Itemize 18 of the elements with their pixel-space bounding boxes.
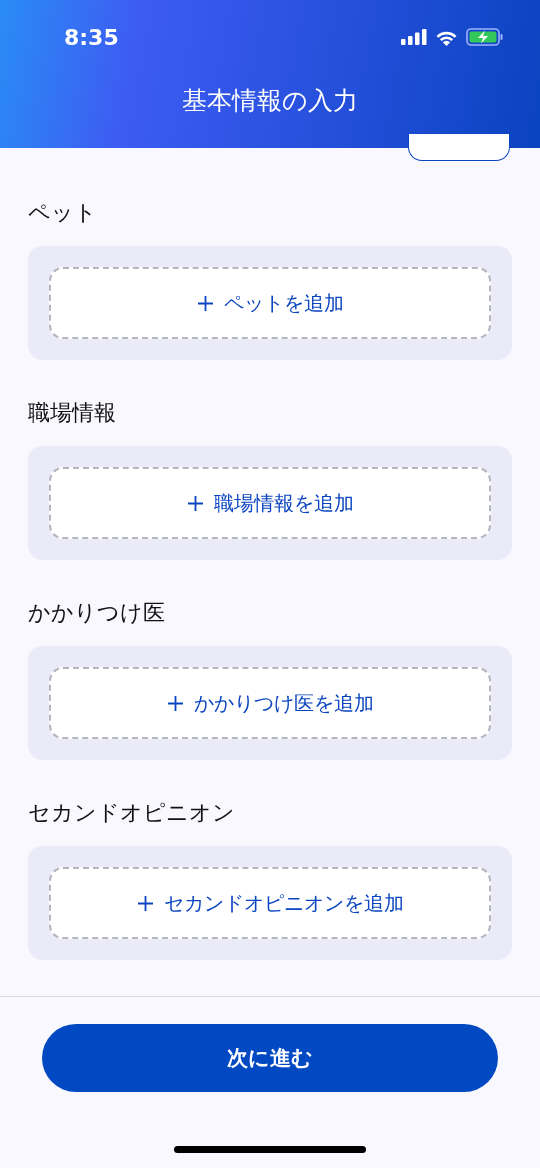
add-button[interactable]: ペットを追加 (49, 267, 491, 339)
page-title: 基本情報の入力 (181, 85, 359, 117)
section-title: セカンドオピニオン (28, 799, 236, 827)
plus-icon (186, 494, 204, 512)
add-button[interactable]: セカンドオピニオンを追加 (49, 867, 491, 939)
section-title: ペット (28, 199, 98, 227)
section-title: 職場情報 (28, 399, 117, 427)
section-title: かかりつけ医 (28, 599, 166, 627)
plus-icon (166, 694, 184, 712)
add-button[interactable]: 職場情報を追加 (49, 467, 491, 539)
signal-icon (401, 29, 427, 45)
next-button[interactable]: 次に進む (42, 1024, 498, 1092)
plus-icon (196, 294, 214, 312)
add-button[interactable]: かかりつけ医を追加 (49, 667, 491, 739)
outline-button[interactable] (408, 134, 510, 161)
status-time: 8:35 (64, 24, 119, 50)
battery-charging-icon (466, 28, 504, 46)
plus-icon (136, 894, 154, 912)
